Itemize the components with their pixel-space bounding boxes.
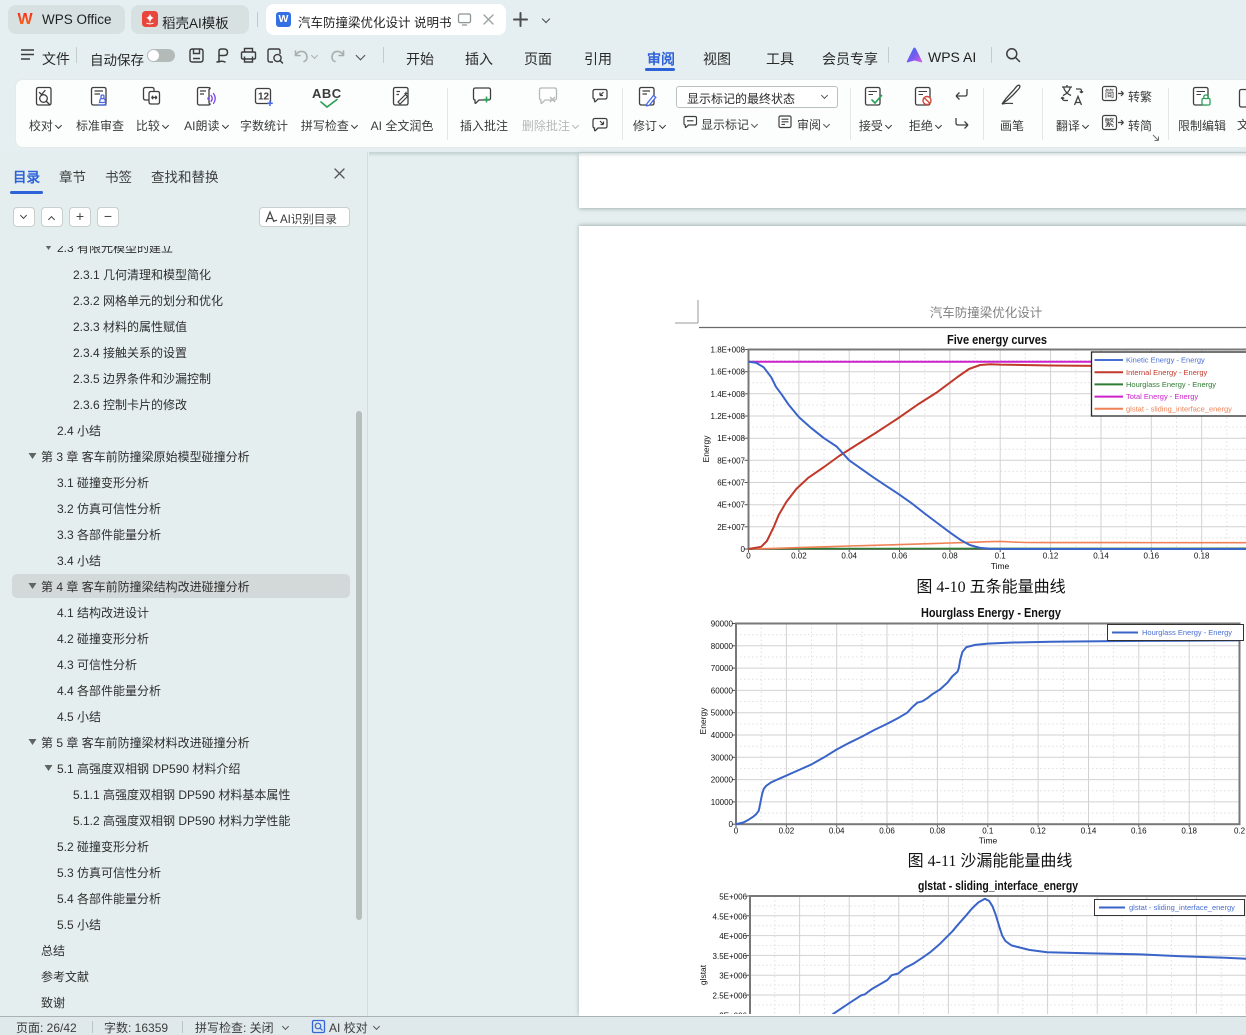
svg-text:繁: 繁 [1105,117,1115,130]
svg-text:3.5E+006: 3.5E+006 [713,952,748,961]
svg-text:40000: 40000 [711,731,734,740]
svg-text:0.06: 0.06 [879,827,895,836]
svg-text:0.16: 0.16 [1131,827,1147,836]
svg-text:0.06: 0.06 [892,552,908,561]
svg-text:0.04: 0.04 [841,552,857,561]
svg-text:汽车防撞梁优化设计: 汽车防撞梁优化设计 [930,305,1043,320]
svg-text:glstat - sliding_interface_ene: glstat - sliding_interface_energy [918,878,1079,893]
svg-text:Total Energy - Energy: Total Energy - Energy [1126,392,1198,401]
svg-text:0.08: 0.08 [930,827,946,836]
svg-text:2.5E+006: 2.5E+006 [713,992,748,1001]
svg-text:60000: 60000 [711,686,734,695]
svg-text:0.02: 0.02 [791,552,807,561]
svg-text:0.1: 0.1 [982,827,994,836]
svg-text:0: 0 [746,552,751,561]
svg-text:0.12: 0.12 [1030,827,1046,836]
svg-text:10000: 10000 [711,798,734,807]
svg-text:Energy: Energy [701,435,711,463]
svg-text:Kinetic Energy - Energy: Kinetic Energy - Energy [1126,356,1205,365]
svg-text:70000: 70000 [711,664,734,673]
svg-text:0.1: 0.1 [995,552,1007,561]
svg-text:图 4-11 沙漏能能量曲线: 图 4-11 沙漏能能量曲线 [908,852,1073,870]
svg-text:0.12: 0.12 [1043,552,1059,561]
svg-text:1.4E+008: 1.4E+008 [711,390,746,399]
svg-text:0.2: 0.2 [1234,827,1246,836]
svg-text:Time: Time [979,836,998,846]
svg-text:1.6E+008: 1.6E+008 [711,368,746,377]
svg-text:30000: 30000 [711,753,734,762]
svg-text:1E+008: 1E+008 [717,434,745,443]
svg-text:W: W [18,11,34,28]
svg-text:Energy: Energy [698,707,708,735]
svg-text:2E+007: 2E+007 [717,523,745,532]
svg-text:Hourglass Energy - Energy: Hourglass Energy - Energy [1126,380,1216,389]
svg-text:Five energy curves: Five energy curves [947,332,1047,347]
svg-text:0.08: 0.08 [942,552,958,561]
svg-text:50000: 50000 [711,709,734,718]
svg-text:Time: Time [991,561,1010,571]
svg-text:0.04: 0.04 [829,827,845,836]
svg-text:2E+006: 2E+006 [719,1011,747,1014]
svg-text:glstat: glstat [698,964,708,985]
svg-text:12: 12 [258,92,270,103]
svg-text:90000: 90000 [711,620,734,629]
svg-text:0: 0 [741,545,746,554]
svg-text:图 4-10 五条能量曲线: 图 4-10 五条能量曲线 [916,578,1065,596]
svg-text:简: 简 [1105,88,1115,101]
svg-text:0: 0 [734,827,739,836]
svg-text:0.14: 0.14 [1093,552,1109,561]
svg-text:20000: 20000 [711,776,734,785]
svg-text:5E+006: 5E+006 [719,893,747,902]
svg-text:0.02: 0.02 [779,827,795,836]
svg-text:80000: 80000 [711,642,734,651]
svg-text:Hourglass Energy - Energy: Hourglass Energy - Energy [921,605,1062,620]
svg-text:4E+007: 4E+007 [717,501,745,510]
svg-text:glstat - sliding_interface_ene: glstat - sliding_interface_energy [1126,404,1232,413]
svg-text:glstat - sliding_interface_ene: glstat - sliding_interface_energy [1129,903,1235,912]
svg-text:4E+006: 4E+006 [719,932,747,941]
svg-text:6E+007: 6E+007 [717,479,745,488]
svg-text:Hourglass Energy - Energy: Hourglass Energy - Energy [1142,628,1232,637]
svg-text:1.8E+008: 1.8E+008 [711,346,746,355]
svg-text:Internal Energy - Energy: Internal Energy - Energy [1126,368,1208,377]
svg-text:1.2E+008: 1.2E+008 [711,412,746,421]
svg-text:3E+006: 3E+006 [719,972,747,981]
svg-text:8E+007: 8E+007 [717,456,745,465]
svg-text:4.5E+006: 4.5E+006 [713,912,748,921]
svg-text:0.16: 0.16 [1144,552,1160,561]
svg-text:0.14: 0.14 [1081,827,1097,836]
svg-text:0.18: 0.18 [1181,827,1197,836]
svg-text:0.18: 0.18 [1194,552,1210,561]
